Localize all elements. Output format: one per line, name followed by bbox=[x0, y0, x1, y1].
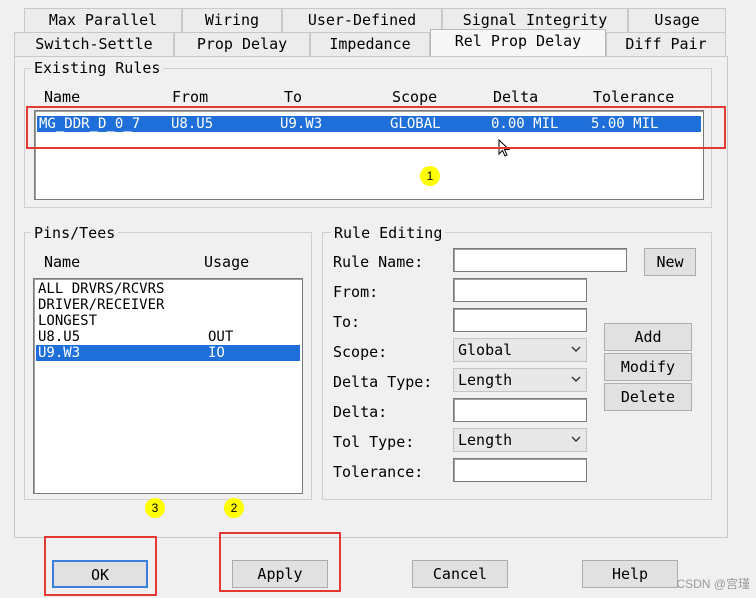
pin-name: DRIVER/RECEIVER bbox=[38, 297, 165, 313]
existing-rules-title: Existing Rules bbox=[31, 59, 164, 77]
pin-name: LONGEST bbox=[38, 313, 98, 329]
annotation-marker-1: 1 bbox=[420, 166, 440, 186]
to-input[interactable] bbox=[453, 308, 587, 332]
tab-user-defined[interactable]: User-Defined bbox=[282, 8, 442, 32]
pins-tees-list[interactable]: ALL DRVRS/RCVRS DRIVER/RECEIVER LONGEST … bbox=[33, 278, 303, 494]
tab-wiring[interactable]: Wiring bbox=[182, 8, 282, 32]
pin-name: ALL DRVRS/RCVRS bbox=[38, 281, 165, 297]
delta-type-select-value: Length bbox=[458, 371, 513, 389]
chevron-down-icon bbox=[571, 346, 581, 352]
tolerance-label: Tolerance: bbox=[333, 463, 424, 481]
chevron-down-icon bbox=[571, 436, 581, 442]
pin-name: U9.W3 bbox=[38, 345, 81, 361]
rule-to-cell: U9.W3 bbox=[280, 116, 323, 132]
scope-select-value: Global bbox=[458, 341, 513, 359]
rule-name-label: Rule Name: bbox=[333, 253, 424, 271]
pins-col-header-usage[interactable]: Usage bbox=[204, 253, 249, 271]
pins-tees-title: Pins/Tees bbox=[31, 224, 119, 242]
tol-type-select-value: Length bbox=[458, 431, 513, 449]
from-input[interactable] bbox=[453, 278, 587, 302]
col-header-to[interactable]: To bbox=[284, 88, 302, 106]
scope-select[interactable]: Global bbox=[453, 338, 587, 362]
help-button[interactable]: Help bbox=[582, 560, 678, 588]
annotation-marker-2: 2 bbox=[224, 498, 244, 518]
pin-usage: OUT bbox=[208, 329, 234, 345]
rule-name-input[interactable] bbox=[453, 248, 627, 272]
tolerance-input[interactable] bbox=[453, 458, 587, 482]
delete-button[interactable]: Delete bbox=[604, 383, 692, 411]
delta-type-select[interactable]: Length bbox=[453, 368, 587, 392]
add-button[interactable]: Add bbox=[604, 323, 692, 351]
pin-name: U8.U5 bbox=[38, 329, 81, 345]
list-item-selected[interactable]: U9.W3 IO bbox=[36, 345, 300, 361]
delta-input[interactable] bbox=[453, 398, 587, 422]
tab-switch-settle[interactable]: Switch-Settle bbox=[14, 32, 174, 56]
tab-max-parallel[interactable]: Max Parallel bbox=[24, 8, 182, 32]
rule-delta-cell: 0.00 MIL bbox=[491, 116, 559, 132]
from-label: From: bbox=[333, 283, 379, 301]
scope-label: Scope: bbox=[333, 343, 388, 361]
apply-button[interactable]: Apply bbox=[232, 560, 328, 588]
col-header-scope[interactable]: Scope bbox=[392, 88, 437, 106]
tol-type-label: Tol Type: bbox=[333, 433, 415, 451]
ok-button[interactable]: OK bbox=[52, 560, 148, 588]
rule-scope-cell: GLOBAL bbox=[390, 116, 441, 132]
list-item[interactable]: ALL DRVRS/RCVRS bbox=[36, 281, 300, 297]
tab-diff-pair[interactable]: Diff Pair bbox=[606, 32, 726, 56]
rule-row[interactable]: MG_DDR_D_0_7 U8.U5 U9.W3 GLOBAL 0.00 MIL… bbox=[37, 116, 701, 132]
watermark: CSDN @宫瑾 bbox=[676, 577, 750, 591]
list-item[interactable]: LONGEST bbox=[36, 313, 300, 329]
rule-from-cell: U8.U5 bbox=[171, 116, 214, 132]
rule-tolerance-cell: 5.00 MIL bbox=[591, 116, 659, 132]
list-item[interactable]: U8.U5 OUT bbox=[36, 329, 300, 345]
tol-type-select[interactable]: Length bbox=[453, 428, 587, 452]
tab-prop-delay[interactable]: Prop Delay bbox=[174, 32, 310, 56]
chevron-down-icon bbox=[571, 376, 581, 382]
tab-rel-prop-delay[interactable]: Rel Prop Delay bbox=[430, 29, 606, 56]
modify-button[interactable]: Modify bbox=[604, 353, 692, 381]
pins-col-header-name[interactable]: Name bbox=[44, 253, 80, 271]
delta-type-label: Delta Type: bbox=[333, 373, 433, 391]
cancel-button[interactable]: Cancel bbox=[412, 560, 508, 588]
to-label: To: bbox=[333, 313, 361, 331]
delta-label: Delta: bbox=[333, 403, 388, 421]
tab-row-2: Switch-Settle Prop Delay Impedance Rel P… bbox=[14, 29, 726, 56]
col-header-from[interactable]: From bbox=[172, 88, 208, 106]
rule-name-cell: MG_DDR_D_0_7 bbox=[39, 116, 141, 132]
tab-impedance[interactable]: Impedance bbox=[310, 32, 430, 56]
new-button[interactable]: New bbox=[644, 248, 696, 276]
col-header-delta[interactable]: Delta bbox=[493, 88, 538, 106]
pin-usage: IO bbox=[208, 345, 225, 361]
existing-rules-list[interactable]: MG_DDR_D_0_7 U8.U5 U9.W3 GLOBAL 0.00 MIL… bbox=[34, 110, 704, 200]
annotation-marker-3: 3 bbox=[145, 498, 165, 518]
rule-editing-title: Rule Editing bbox=[331, 224, 446, 242]
col-header-tolerance[interactable]: Tolerance bbox=[593, 88, 674, 106]
col-header-name[interactable]: Name bbox=[44, 88, 80, 106]
tab-usage[interactable]: Usage bbox=[628, 8, 726, 32]
list-item[interactable]: DRIVER/RECEIVER bbox=[36, 297, 300, 313]
tab-row-1: Max Parallel Wiring User-Defined Signal … bbox=[14, 8, 726, 32]
mouse-cursor-icon bbox=[498, 139, 511, 157]
